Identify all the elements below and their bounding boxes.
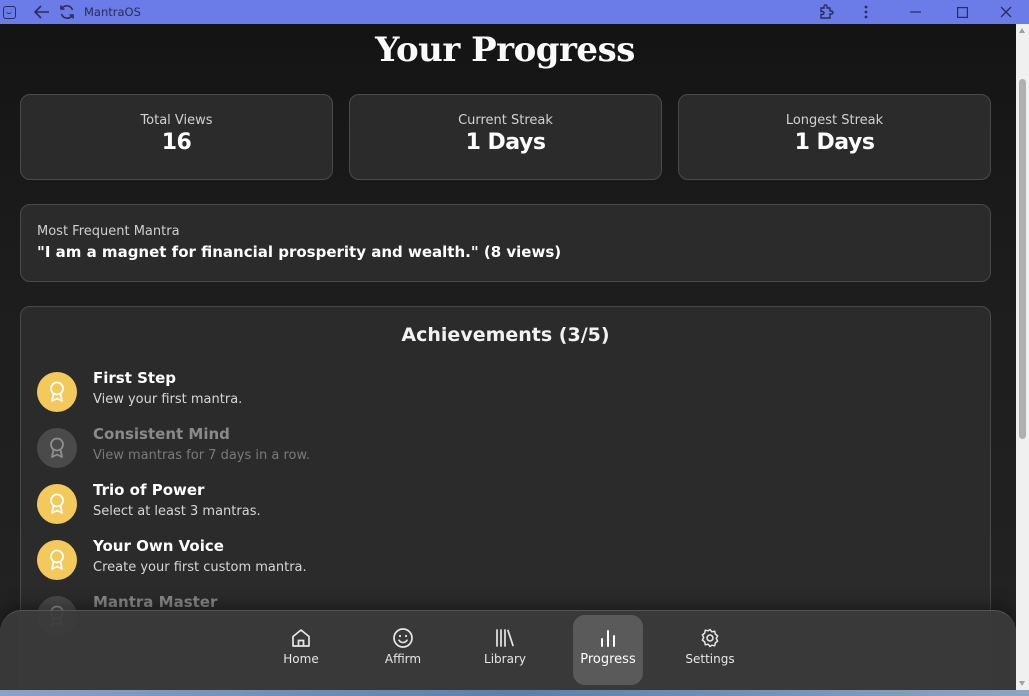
back-icon[interactable] [31, 0, 53, 24]
window-title: MantraOS [84, 5, 141, 19]
total-views-card: Total Views 16 [20, 94, 333, 180]
minimize-icon[interactable] [904, 0, 926, 24]
window-title-bar: MantraOS [0, 0, 1029, 24]
reload-icon[interactable] [56, 0, 78, 24]
achievement-item: Your Own Voice Create your first custom … [37, 537, 937, 587]
progress-page: Your Progress Total Views 16 Current Str… [0, 24, 1016, 690]
achievement-name: Mantra Master [93, 593, 218, 611]
nav-label: Progress [580, 652, 636, 667]
achievement-name: First Step [93, 369, 176, 387]
longest-streak-card: Longest Streak 1 Days [678, 94, 991, 180]
vertical-scrollbar[interactable] [1016, 24, 1029, 690]
most-frequent-value: "I am a magnet for financial prosperity … [37, 243, 562, 261]
nav-item-progress[interactable]: Progress [573, 615, 643, 685]
current-streak-card: Current Streak 1 Days [349, 94, 662, 180]
nav-item-affirm[interactable]: Affirm [368, 615, 438, 685]
achievement-desc: Create your first custom mantra. [93, 560, 307, 575]
scroll-down-icon[interactable] [1019, 681, 1025, 686]
most-frequent-mantra-card: Most Frequent Mantra "I am a magnet for … [20, 204, 991, 282]
taskbar-edge [0, 690, 1029, 696]
achievement-desc: View your first mantra. [93, 392, 243, 407]
achievement-item: First Step View your first mantra. [37, 369, 937, 419]
smile-icon [393, 628, 413, 648]
award-icon [37, 484, 77, 524]
award-icon [37, 540, 77, 580]
achievement-desc: View mantras for 7 days in a row. [93, 448, 311, 463]
stat-label: Current Streak [458, 113, 553, 128]
achievement-name: Trio of Power [93, 481, 205, 499]
award-icon [37, 428, 77, 468]
nav-label: Settings [685, 652, 735, 666]
nav-item-settings[interactable]: Settings [675, 615, 745, 685]
achievement-name: Your Own Voice [93, 537, 224, 555]
most-frequent-label: Most Frequent Mantra [37, 224, 180, 239]
maximize-icon[interactable] [951, 0, 973, 24]
close-icon[interactable] [995, 0, 1017, 24]
stat-value: 1 Days [465, 130, 546, 155]
scroll-up-icon[interactable] [1019, 28, 1025, 33]
library-icon [496, 629, 514, 647]
stat-label: Longest Streak [785, 113, 884, 128]
nav-label: Home [283, 652, 319, 666]
nav-item-home[interactable]: Home [266, 615, 336, 685]
stat-label: Total Views [140, 113, 213, 128]
achievement-name: Consistent Mind [93, 425, 230, 443]
gear-icon [701, 628, 719, 648]
app-icon [3, 5, 16, 19]
achievement-desc: Select at least 3 mantras. [93, 504, 261, 519]
home-icon [292, 629, 310, 647]
bottom-nav: Home Affirm Library Progress Settings [0, 610, 1016, 690]
nav-label: Affirm [384, 652, 422, 666]
bar-chart-icon [601, 630, 615, 647]
award-icon [37, 372, 77, 412]
extensions-icon[interactable] [816, 0, 836, 24]
page-title: Your Progress [375, 30, 635, 70]
stat-value: 16 [161, 130, 192, 155]
nav-item-library[interactable]: Library [470, 615, 540, 685]
stat-value: 1 Days [794, 130, 875, 155]
achievement-item: Trio of Power Select at least 3 mantras. [37, 481, 937, 531]
achievements-title: Achievements (3/5) [401, 324, 610, 346]
more-options-icon[interactable] [856, 0, 876, 24]
achievement-item: Consistent Mind View mantras for 7 days … [37, 425, 937, 475]
nav-label: Library [484, 652, 526, 666]
scrollbar-thumb[interactable] [1019, 79, 1026, 439]
